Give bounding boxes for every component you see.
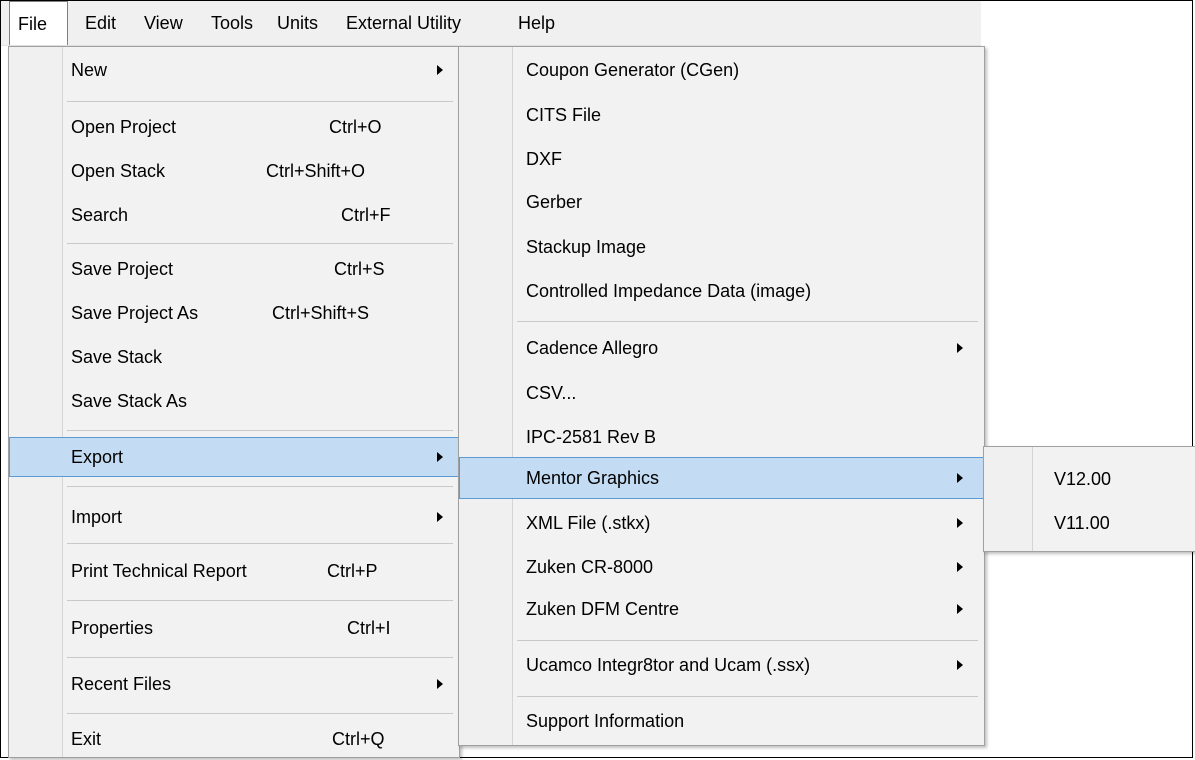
menu-units[interactable]: Units	[265, 1, 330, 45]
file-save-project-as-item[interactable]: Save Project As Ctrl+Shift+S	[9, 293, 459, 333]
menu-edit[interactable]: Edit	[73, 1, 128, 45]
submenu-arrow-icon	[437, 452, 443, 462]
export-zuken-dfm-item[interactable]: Zuken DFM Centre	[459, 589, 984, 629]
file-export-item[interactable]: Export	[9, 437, 459, 477]
file-recent-files-item[interactable]: Recent Files	[9, 664, 459, 704]
file-save-project-item[interactable]: Save Project Ctrl+S	[9, 249, 459, 289]
separator	[67, 600, 453, 601]
menu-bar: File Edit View Tools Units External Util…	[1, 1, 981, 46]
submenu-arrow-icon	[957, 343, 963, 353]
submenu-arrow-icon	[437, 512, 443, 522]
export-zuken-cr-item[interactable]: Zuken CR-8000	[459, 547, 984, 587]
file-exit-item[interactable]: Exit Ctrl+Q	[9, 719, 459, 759]
menu-external-utility[interactable]: External Utility	[334, 1, 473, 45]
export-stackup-image-item[interactable]: Stackup Image	[459, 227, 984, 267]
menu-tools[interactable]: Tools	[199, 1, 265, 45]
menu-view[interactable]: View	[132, 1, 195, 45]
submenu-arrow-icon	[957, 473, 963, 483]
export-gerber-item[interactable]: Gerber	[459, 182, 984, 222]
export-submenu: Coupon Generator (CGen) CITS File DXF Ge…	[458, 46, 985, 746]
file-menu: New Open Project Ctrl+O Open Stack Ctrl+…	[8, 46, 460, 758]
export-ucamco-item[interactable]: Ucamco Integr8tor and Ucam (.ssx)	[459, 645, 984, 685]
export-coupon-item[interactable]: Coupon Generator (CGen)	[459, 50, 984, 90]
mentor-v11-item[interactable]: V11.00	[984, 503, 1195, 543]
separator	[67, 430, 453, 431]
submenu-arrow-icon	[437, 679, 443, 689]
separator	[67, 713, 453, 714]
menu-file[interactable]: File	[9, 1, 68, 45]
export-cits-item[interactable]: CITS File	[459, 95, 984, 135]
export-mentor-item[interactable]: Mentor Graphics	[459, 457, 984, 499]
file-open-stack-item[interactable]: Open Stack Ctrl+Shift+O	[9, 151, 459, 191]
separator	[67, 486, 453, 487]
submenu-arrow-icon	[957, 604, 963, 614]
separator	[67, 657, 453, 658]
export-ipc-item[interactable]: IPC-2581 Rev B	[459, 417, 984, 457]
submenu-arrow-icon	[957, 562, 963, 572]
export-dxf-item[interactable]: DXF	[459, 139, 984, 179]
separator	[67, 101, 453, 102]
file-import-item[interactable]: Import	[9, 497, 459, 537]
file-properties-item[interactable]: Properties Ctrl+I	[9, 608, 459, 648]
file-save-stack-item[interactable]: Save Stack	[9, 337, 459, 377]
file-save-stack-as-item[interactable]: Save Stack As	[9, 381, 459, 421]
separator	[67, 243, 453, 244]
mentor-v12-item[interactable]: V12.00	[984, 459, 1195, 499]
file-open-project-item[interactable]: Open Project Ctrl+O	[9, 107, 459, 147]
separator	[517, 696, 978, 697]
export-controlled-impedance-item[interactable]: Controlled Impedance Data (image)	[459, 271, 984, 311]
export-csv-item[interactable]: CSV...	[459, 373, 984, 413]
submenu-arrow-icon	[957, 518, 963, 528]
export-cadence-item[interactable]: Cadence Allegro	[459, 328, 984, 368]
file-print-report-item[interactable]: Print Technical Report Ctrl+P	[9, 551, 459, 591]
separator	[517, 640, 978, 641]
separator	[517, 321, 978, 322]
export-xml-item[interactable]: XML File (.stkx)	[459, 503, 984, 543]
submenu-arrow-icon	[437, 65, 443, 75]
separator	[67, 543, 453, 544]
menu-help[interactable]: Help	[506, 1, 567, 45]
file-search-item[interactable]: Search Ctrl+F	[9, 195, 459, 235]
file-new-item[interactable]: New	[9, 50, 459, 90]
submenu-arrow-icon	[957, 660, 963, 670]
export-support-info-item[interactable]: Support Information	[459, 701, 984, 741]
mentor-submenu: V12.00 V11.00	[983, 446, 1195, 552]
